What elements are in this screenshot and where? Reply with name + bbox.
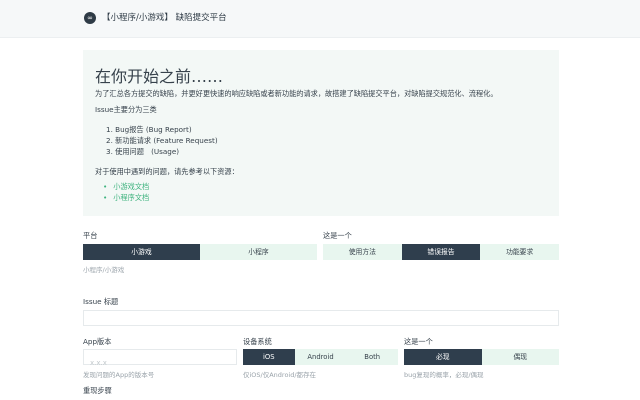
platform-option-minigame[interactable]: 小游戏 <box>83 244 200 260</box>
app-title: 【小程序/小游戏】 缺陷提交平台 <box>102 13 227 23</box>
platform-hint: 小程序/小游戏 <box>83 266 125 274</box>
platform-option-miniprogram[interactable]: 小程序 <box>200 244 317 260</box>
frequency-label: 这是一个 <box>404 337 433 346</box>
type-option-bug[interactable]: 错误报告 <box>401 244 481 260</box>
app-version-hint: 发现问题的App的版本号 <box>83 371 155 379</box>
issue-title-label: Issue 标题 <box>83 297 119 306</box>
app-version-label: App版本 <box>83 337 112 346</box>
intro-panel: 在你开始之前…… 为了汇总各方提交的缺陷，并更好更快速的响应缺陷或者新功能的请求… <box>83 50 559 216</box>
os-option-ios[interactable]: iOS <box>243 349 295 365</box>
list-item: 小游戏文档 <box>103 181 149 192</box>
platform-label: 平台 <box>83 231 98 240</box>
link-miniprogram-docs[interactable]: 小程序文档 <box>113 193 149 202</box>
os-option-android[interactable]: Android <box>294 349 347 365</box>
app-version-input[interactable] <box>84 356 236 370</box>
repro-steps-label: 重现步骤 <box>83 386 112 395</box>
intro-description: 为了汇总各方提交的缺陷，并更好更快速的响应缺陷或者新功能的请求，故搭建了缺陷提交… <box>95 89 498 98</box>
list-item: 2. 新功能请求 (Feature Request) <box>106 136 218 145</box>
frequency-hint: bug复现的概率，必现/偶现 <box>404 371 484 379</box>
link-minigame-docs[interactable]: 小游戏文档 <box>113 182 149 191</box>
issue-title-input[interactable] <box>84 317 558 331</box>
device-os-label: 设备系统 <box>243 337 272 346</box>
frequency-toggle: 必现 偶现 <box>404 349 559 365</box>
issue-type-list: 1. Bug报告 (Bug Report) 2. 新功能请求 (Feature … <box>106 124 218 157</box>
intro-reference: 对于使用中遇到的问题，请先参考以下资源： <box>95 167 239 176</box>
logo-icon: ∞ <box>84 12 96 24</box>
intro-title: 在你开始之前…… <box>95 67 224 86</box>
list-item: 1. Bug报告 (Bug Report) <box>106 125 192 134</box>
type-option-usage[interactable]: 使用方法 <box>323 244 402 260</box>
os-option-both[interactable]: Both <box>346 349 399 365</box>
type-option-feature[interactable]: 功能要求 <box>480 244 560 260</box>
issue-title-field <box>83 310 559 331</box>
frequency-option-always[interactable]: 必现 <box>404 349 482 365</box>
app-version-field <box>83 349 237 370</box>
type-toggle: 使用方法 错误报告 功能要求 <box>323 244 560 260</box>
resource-links: 小游戏文档 小程序文档 <box>103 181 149 203</box>
top-bar: ∞ 【小程序/小游戏】 缺陷提交平台 <box>0 0 640 38</box>
device-os-toggle: iOS Android Both <box>243 349 399 365</box>
platform-toggle: 小游戏 小程序 <box>83 244 317 260</box>
device-os-hint: 仅iOS/仅Android/都存在 <box>243 371 317 379</box>
type-label: 这是一个 <box>323 231 352 240</box>
list-item: 3. 使用问题 (Usage) <box>106 147 180 156</box>
intro-subtitle: Issue主要分为三类 <box>95 105 157 114</box>
frequency-option-sometimes[interactable]: 偶现 <box>481 349 559 365</box>
list-item: 小程序文档 <box>103 192 149 203</box>
